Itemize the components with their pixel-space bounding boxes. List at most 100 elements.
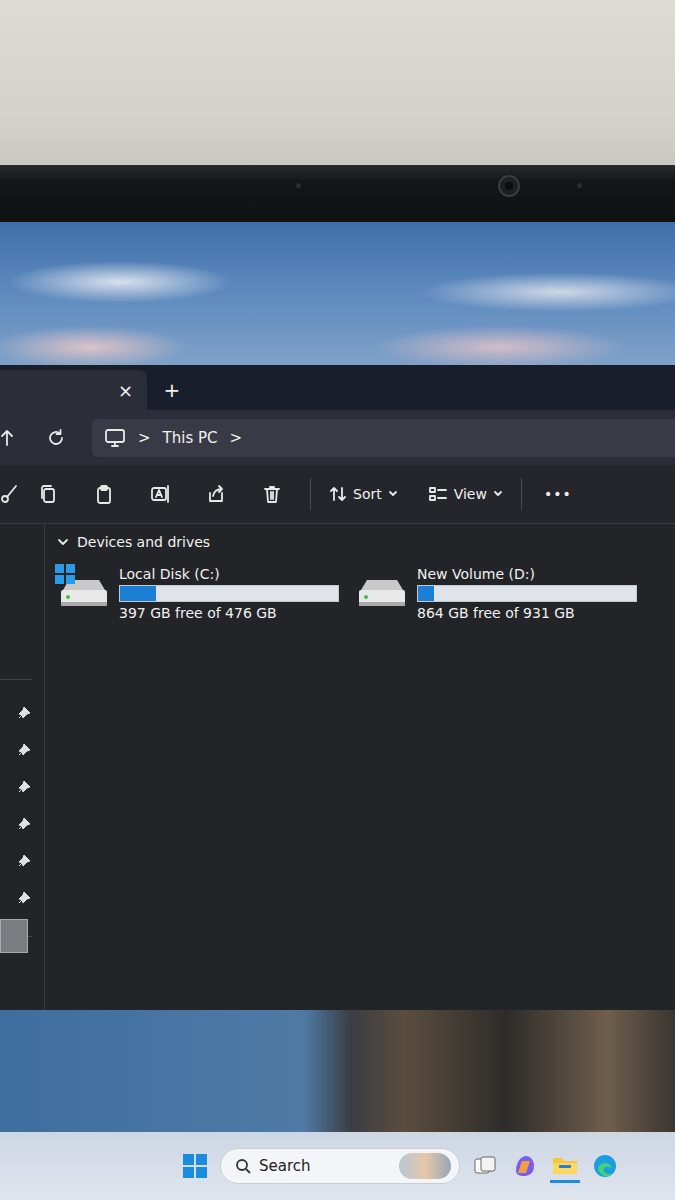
webcam	[498, 175, 520, 197]
task-view-icon	[473, 1155, 497, 1177]
cut-button[interactable]	[0, 484, 20, 504]
drive-info: Local Disk (C:) 397 GB free of 476 GB	[119, 566, 339, 621]
pin-icon	[18, 705, 32, 719]
drive-free-space: 864 GB free of 931 GB	[417, 605, 637, 621]
rename-icon	[150, 484, 170, 504]
pin-icon	[18, 890, 32, 904]
sort-button[interactable]: Sort	[321, 479, 406, 509]
drive-list: Local Disk (C:) 397 GB free of 476 GB New …	[57, 552, 675, 621]
usage-bar	[417, 585, 637, 602]
file-explorer-window: ×+>This PC>SortView•••Devices and drives…	[0, 365, 675, 1010]
sidebar-item[interactable]	[18, 741, 32, 760]
screen: ×+>This PC>SortView•••Devices and drives…	[0, 222, 675, 1200]
address-row: > This PC >	[0, 410, 675, 465]
chevron-down-icon	[493, 490, 503, 498]
breadcrumb-item[interactable]: This PC	[163, 429, 218, 447]
drive-info: New Volume (D:) 864 GB free of 931 GB	[417, 566, 637, 621]
close-tab-button[interactable]: ×	[118, 380, 133, 401]
drive-free-space: 397 GB free of 476 GB	[119, 605, 339, 621]
wallpaper	[0, 222, 675, 365]
chevron-down-icon	[388, 490, 398, 498]
edge-button[interactable]	[590, 1151, 620, 1181]
sidebar-item[interactable]	[18, 889, 32, 908]
search-icon	[235, 1158, 251, 1174]
windows-logo-icon	[55, 564, 75, 584]
share-icon	[206, 484, 226, 504]
up-arrow-icon	[0, 429, 14, 447]
drive-name: Local Disk (C:)	[119, 566, 339, 582]
rename-button[interactable]	[132, 484, 188, 504]
sensor-dot	[577, 183, 582, 188]
copilot-icon	[512, 1153, 538, 1179]
command-bar: Sort View •••	[0, 465, 675, 524]
view-label: View	[454, 486, 487, 502]
drive-name: New Volume (D:)	[417, 566, 637, 582]
breadcrumb-separator[interactable]: >	[230, 429, 243, 447]
copy-button[interactable]	[20, 484, 76, 504]
drive-item[interactable]: New Volume (D:) 864 GB free of 931 GB	[355, 566, 637, 621]
explorer-tab[interactable]: ×	[0, 370, 147, 410]
usage-bar	[119, 585, 339, 602]
tab-strip: ×+	[0, 365, 675, 410]
sidebar-item[interactable]	[18, 704, 32, 723]
drives-group-header[interactable]: Devices and drives	[57, 532, 675, 552]
sidebar-selected-item[interactable]	[0, 919, 28, 953]
wallpaper	[0, 1010, 675, 1132]
view-icon	[428, 485, 448, 503]
up-button[interactable]	[0, 429, 20, 447]
group-title: Devices and drives	[77, 534, 210, 550]
view-button[interactable]: View	[420, 479, 511, 509]
edge-icon	[592, 1153, 618, 1179]
more-options-button[interactable]: •••	[532, 480, 584, 508]
breadcrumb-separator[interactable]: >	[138, 429, 151, 447]
file-explorer-taskbar-button[interactable]	[550, 1150, 580, 1183]
pin-icon	[18, 742, 32, 756]
hard-drive-icon	[355, 572, 409, 616]
hard-drive-icon	[57, 572, 111, 616]
paste-button[interactable]	[76, 484, 132, 504]
pin-icon	[18, 779, 32, 793]
taskbar-search[interactable]: Search	[220, 1148, 460, 1184]
sidebar-item[interactable]	[18, 778, 32, 797]
wall	[0, 0, 675, 165]
search-label: Search	[259, 1157, 311, 1175]
navigation-pane	[0, 524, 45, 1010]
sort-label: Sort	[353, 486, 382, 502]
chevron-icon[interactable]	[57, 537, 69, 547]
copilot-button[interactable]	[510, 1151, 540, 1181]
delete-button[interactable]	[244, 484, 300, 504]
taskbar: Search	[0, 1132, 675, 1200]
paste-icon	[94, 484, 114, 504]
sort-icon	[329, 485, 347, 503]
explorer-body: Devices and drives Local Disk (C:) 397 GB …	[0, 524, 675, 1010]
sidebar-separator	[0, 679, 32, 680]
folder-icon	[552, 1154, 578, 1176]
drive-icon	[355, 572, 409, 616]
sensor-dot	[296, 183, 301, 188]
sidebar-item[interactable]	[18, 852, 32, 871]
address-bar[interactable]: > This PC >	[92, 419, 675, 457]
toolbar-divider	[310, 478, 311, 510]
start-button[interactable]	[180, 1151, 210, 1181]
refresh-button[interactable]	[20, 428, 92, 448]
task-view-button[interactable]	[470, 1151, 500, 1181]
content-pane: Devices and drives Local Disk (C:) 397 GB …	[45, 524, 675, 1010]
windows-start-icon	[182, 1153, 208, 1179]
refresh-icon	[46, 428, 66, 448]
cut-icon	[0, 484, 20, 504]
toolbar-divider	[521, 478, 522, 510]
drive-icon	[57, 572, 111, 616]
pin-icon	[18, 816, 32, 830]
search-highlight-image	[399, 1153, 451, 1179]
share-button[interactable]	[188, 484, 244, 504]
usage-fill	[120, 586, 156, 601]
drive-item[interactable]: Local Disk (C:) 397 GB free of 476 GB	[57, 566, 339, 621]
sidebar-item[interactable]	[18, 815, 32, 834]
copy-icon	[38, 484, 58, 504]
laptop-bezel	[0, 165, 675, 222]
computer-icon	[104, 428, 126, 448]
delete-icon	[262, 484, 282, 504]
new-tab-button[interactable]: +	[147, 370, 197, 410]
usage-fill	[418, 586, 434, 601]
pin-icon	[18, 853, 32, 867]
